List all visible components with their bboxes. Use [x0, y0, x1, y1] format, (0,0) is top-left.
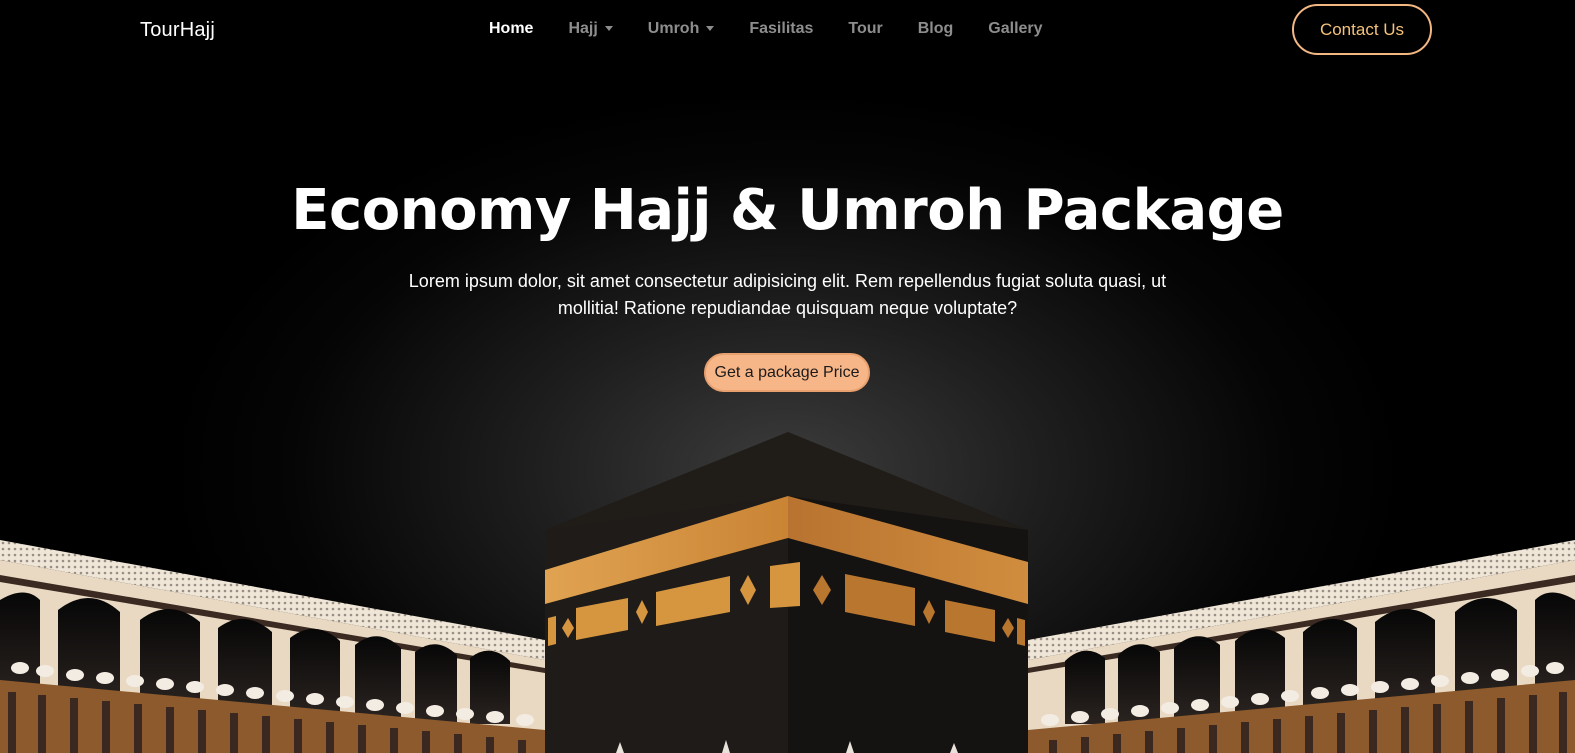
- nav-item-fasilitas[interactable]: Fasilitas: [749, 20, 813, 38]
- brand-logo[interactable]: TourHajj: [140, 19, 215, 42]
- caret-down-icon: [604, 25, 613, 31]
- nav-item-gallery[interactable]: Gallery: [988, 20, 1042, 38]
- nav-item-label: Fasilitas: [749, 20, 814, 37]
- get-package-price-button[interactable]: Get a package Price: [704, 353, 870, 392]
- nav-item-tour[interactable]: Tour: [848, 20, 882, 38]
- nav-item-label: Tour: [848, 20, 883, 37]
- nav-item-label: Home: [489, 20, 534, 37]
- right-colonnade: [1028, 540, 1575, 753]
- nav-item-label: Hajj: [568, 20, 598, 37]
- navbar: TourHajj Home Hajj Umroh Fasilitas Tour …: [0, 0, 1575, 62]
- caret-down-icon: [706, 25, 715, 31]
- nav-menu: Home Hajj Umroh Fasilitas Tour Blog Gall…: [489, 20, 1078, 38]
- nav-item-umroh[interactable]: Umroh: [648, 20, 715, 38]
- contact-us-button[interactable]: Contact Us: [1292, 4, 1432, 55]
- nav-item-label: Gallery: [988, 20, 1043, 37]
- nav-item-label: Umroh: [647, 20, 700, 37]
- nav-item-hajj[interactable]: Hajj: [568, 20, 613, 38]
- kaaba: [545, 432, 1028, 753]
- nav-item-home[interactable]: Home: [489, 20, 533, 38]
- nav-item-blog[interactable]: Blog: [918, 20, 954, 38]
- hero-description: Lorem ipsum dolor, sit amet consectetur …: [408, 271, 1167, 318]
- left-colonnade: [0, 540, 545, 753]
- hero-title: Economy Hajj & Umroh Package: [291, 178, 1284, 243]
- nav-item-label: Blog: [917, 20, 954, 37]
- hero-section: TourHajj Home Hajj Umroh Fasilitas Tour …: [0, 0, 1575, 753]
